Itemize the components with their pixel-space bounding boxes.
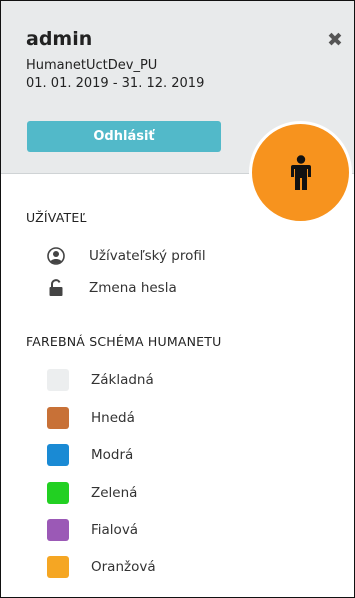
color-swatch	[47, 519, 69, 541]
color-scheme-label: Základná	[91, 372, 154, 388]
color-scheme-label: Modrá	[91, 447, 134, 463]
color-scheme-item-brown[interactable]: Hnedá	[47, 405, 135, 431]
color-scheme-item-basic[interactable]: Základná	[47, 367, 154, 393]
logout-button[interactable]: Odhlásiť	[27, 121, 221, 152]
color-scheme-item-blue[interactable]: Modrá	[47, 442, 133, 468]
menu-item-label: Užívateľský profil	[89, 248, 206, 264]
menu-item-user-profile[interactable]: Užívateľský profil	[47, 243, 206, 269]
user-section-title: UŽÍVATEĽ	[26, 210, 87, 225]
color-swatch	[47, 482, 69, 504]
color-swatch	[47, 444, 69, 466]
color-scheme-label: Fialová	[91, 522, 139, 538]
color-scheme-label: Hnedá	[91, 410, 135, 426]
color-scheme-item-purple[interactable]: Fialová	[47, 517, 138, 543]
username: admin	[26, 28, 93, 50]
color-swatch	[47, 556, 69, 578]
color-scheme-item-green[interactable]: Zelená	[47, 480, 137, 506]
menu-item-change-password[interactable]: Zmena hesla	[47, 275, 177, 301]
color-scheme-label: Oranžová	[91, 559, 156, 575]
user-circle-icon	[47, 247, 65, 265]
color-swatch	[47, 407, 69, 429]
menu-item-label: Zmena hesla	[89, 280, 177, 296]
accounting-period: 01. 01. 2019 - 31. 12. 2019	[26, 76, 205, 91]
color-swatch	[47, 369, 69, 391]
unlock-icon	[47, 279, 65, 297]
color-scheme-section-title: FAREBNÁ SCHÉMA HUMANETU	[26, 334, 222, 349]
avatar	[249, 121, 352, 224]
close-icon[interactable]: ✖	[324, 29, 346, 51]
company-name: HumanetUctDev_PU	[26, 58, 158, 73]
person-icon	[290, 154, 311, 190]
color-scheme-label: Zelená	[91, 485, 138, 501]
color-scheme-item-orange[interactable]: Oranžová	[47, 554, 156, 580]
user-menu-panel: admin HumanetUctDev_PU 01. 01. 2019 - 31…	[0, 0, 355, 598]
